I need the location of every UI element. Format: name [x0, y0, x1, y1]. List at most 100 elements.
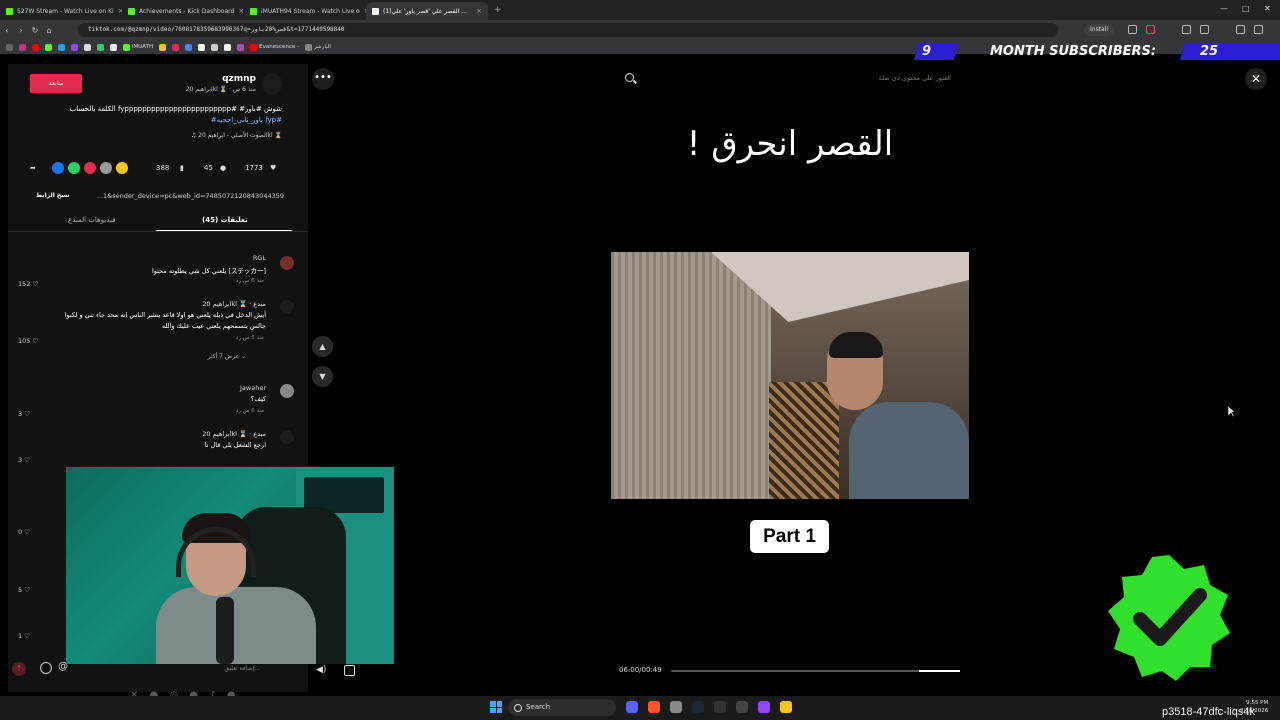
avatar[interactable]	[262, 74, 282, 94]
app-icon[interactable]	[670, 701, 682, 713]
bookmark-icon[interactable]	[185, 43, 193, 51]
progress-bar[interactable]	[671, 670, 960, 672]
app-icon[interactable]	[714, 701, 726, 713]
window-close-icon[interactable]: ✕	[1264, 4, 1271, 13]
install-app-button[interactable]: Install	[1084, 24, 1115, 36]
comment-likes[interactable]: 105 ♡	[18, 337, 38, 345]
bookmark-icon[interactable]	[19, 43, 26, 51]
minimize-icon[interactable]: —	[1220, 4, 1228, 13]
url-field[interactable]: tiktok.com/@qzmnp/video/7608178359683996…	[78, 23, 1058, 37]
comment-user[interactable]: Jawaher	[240, 384, 266, 392]
bookmark-icon[interactable]	[32, 43, 39, 51]
comment-user[interactable]: ابراهيم 20kl ⌛ · مبدع	[202, 430, 266, 438]
menu-icon[interactable]	[1254, 25, 1263, 34]
comment-likes[interactable]: 5 ♡	[18, 586, 30, 594]
app-icon[interactable]	[758, 701, 770, 713]
comment-likes[interactable]: 3 ♡	[18, 410, 30, 418]
bookmark-icon[interactable]	[110, 43, 117, 51]
bookmark-icon[interactable]	[97, 43, 104, 51]
extensions-icon[interactable]	[1182, 25, 1191, 34]
share-icon[interactable]	[100, 162, 112, 174]
emoji-icon[interactable]	[40, 662, 52, 674]
bookmark-icon[interactable]	[211, 43, 219, 51]
home-icon[interactable]: ⌂	[42, 26, 56, 35]
part-label: Part 1	[750, 520, 829, 553]
send-icon[interactable]: ↑	[12, 662, 26, 676]
chevron-up-icon[interactable]: ▲	[312, 336, 333, 357]
comment-icon[interactable]: ●	[220, 164, 226, 172]
author-name[interactable]: qzmnp	[208, 74, 256, 84]
comment-user[interactable]: ابراهيم 20kl ⌛ · مبدع	[202, 300, 266, 308]
comment-input[interactable]: إضافة تعليق...	[224, 665, 260, 672]
bookmark-icon[interactable]	[198, 43, 206, 51]
taskbar: Search 9:55 PM 2/18/2026	[0, 696, 1280, 720]
copy-link-button[interactable]: نسخ الرابط	[36, 192, 70, 199]
maximize-icon[interactable]: □	[1242, 4, 1250, 13]
close-icon[interactable]: ✕	[1245, 68, 1267, 90]
bookmark-icon[interactable]	[84, 43, 91, 51]
taskbar-search[interactable]: Search	[508, 699, 616, 716]
brave-shield-icon[interactable]	[1146, 25, 1155, 34]
caption-tags[interactable]: #باور_ثاني_احجيه fyp#	[68, 115, 282, 126]
bookmark-icon[interactable]	[71, 43, 78, 51]
search-icon[interactable]	[625, 73, 634, 82]
back-icon[interactable]: ‹	[0, 26, 14, 35]
tab-comments[interactable]: تعليقات (45)	[202, 216, 248, 224]
forward-share-icon[interactable]: ➦	[30, 164, 36, 172]
follow-button[interactable]: متابعة	[30, 74, 82, 93]
comment-likes[interactable]: 3 ♡	[18, 456, 30, 464]
browser-tab[interactable]: iMUATH94 Stream - Watch Live o×	[244, 2, 366, 20]
avatar[interactable]	[280, 256, 294, 270]
comment-likes[interactable]: 0 ♡	[18, 528, 30, 536]
bookmark-icon[interactable]	[224, 43, 232, 51]
new-tab-icon[interactable]: +	[494, 5, 502, 15]
share-icon[interactable]	[52, 162, 64, 174]
heart-icon[interactable]: ♥	[270, 164, 276, 172]
bookmark-icon[interactable]	[58, 43, 65, 51]
kick-favicon-icon	[6, 7, 13, 15]
comment-user[interactable]: RGL	[253, 254, 266, 262]
share-icon[interactable]	[68, 162, 80, 174]
subscriber-goal-banner: 9 MONTH SUBSCRIBERS: 25	[914, 44, 1280, 60]
more-icon[interactable]: •••	[312, 68, 334, 90]
avatar[interactable]	[280, 384, 294, 398]
settings-icon[interactable]	[1200, 25, 1209, 34]
bookmark-icon[interactable]	[159, 43, 167, 51]
app-icon[interactable]	[780, 701, 792, 713]
bookmark-barsher[interactable]: البارشر	[305, 43, 331, 51]
video-player[interactable]: القصر انحرق ! Part 1 06:00/00:49	[611, 100, 969, 680]
search-input[interactable]: العثور على محتوى ذي صلة	[617, 69, 967, 91]
windows-start-icon[interactable]	[490, 701, 502, 713]
share-icon[interactable]	[84, 162, 96, 174]
bookmark-icon[interactable]	[6, 43, 13, 51]
bookmark-evanescence[interactable]: Evanescence -	[250, 43, 299, 51]
volume-icon[interactable]: ◀)	[316, 665, 326, 675]
comment-likes[interactable]: 1 ♡	[18, 632, 30, 640]
browser-tab-active[interactable]: (1)القصر علي 'قصر باور' علي ... ×	[366, 2, 488, 20]
forward-icon[interactable]: ›	[14, 26, 28, 35]
share-page-icon[interactable]	[1128, 25, 1137, 34]
bookmark-icon[interactable]	[45, 43, 52, 51]
comment-likes[interactable]: 152 ♡	[18, 280, 38, 288]
discord-icon[interactable]	[626, 701, 638, 713]
bookmark-icon[interactable]	[172, 43, 180, 51]
bookmark-icon[interactable]: ▮	[180, 164, 184, 172]
steam-icon[interactable]	[692, 701, 704, 713]
picture-in-picture-icon[interactable]	[344, 665, 355, 676]
brave-icon[interactable]	[648, 701, 660, 713]
chevron-down-icon[interactable]: ▼	[312, 366, 333, 387]
music-label[interactable]: ♫ الصوت الأصلي - ابراهيم 20kl ⌛	[108, 132, 282, 139]
app-icon[interactable]	[736, 701, 748, 713]
close-tab-icon[interactable]: ×	[476, 7, 482, 15]
bookmark-icon[interactable]	[237, 43, 245, 51]
browser-tab[interactable]: 527W Stream - Watch Live on Ki ×	[0, 2, 122, 20]
share-icon[interactable]	[116, 162, 128, 174]
bookmark-iMUATH[interactable]: iMUATH	[123, 43, 153, 51]
sidebar-icon[interactable]	[1236, 25, 1245, 34]
show-more-replies[interactable]: عرض 7 أكثر ⌄	[208, 353, 246, 360]
tab-creator-videos[interactable]: فيديوهات المبدع	[68, 216, 115, 224]
reload-icon[interactable]: ↻	[28, 26, 42, 35]
avatar[interactable]	[280, 430, 294, 444]
browser-tab[interactable]: Achievements - Kick Dashboard ×	[122, 2, 244, 20]
avatar[interactable]	[280, 300, 294, 314]
